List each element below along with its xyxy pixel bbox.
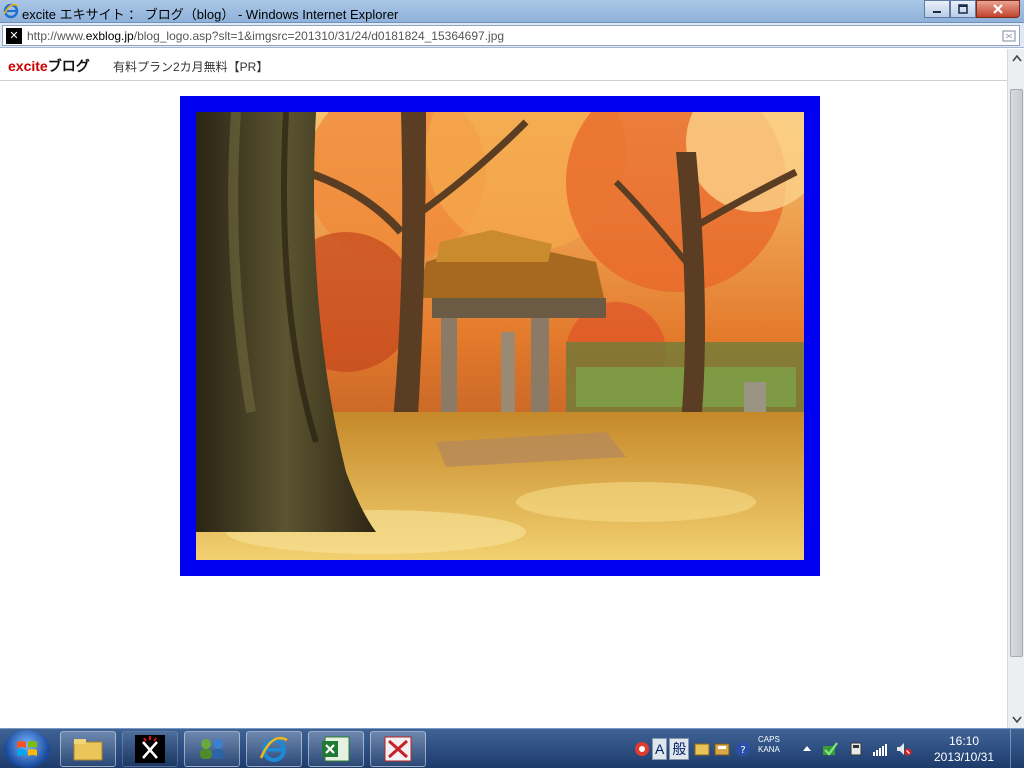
volume-muted-icon[interactable] xyxy=(896,741,912,757)
start-button[interactable] xyxy=(4,730,50,768)
minimize-button[interactable] xyxy=(924,0,950,18)
logo-blog: ブログ xyxy=(47,58,90,74)
taskbar-network-button[interactable] xyxy=(184,731,240,767)
ime-pad-icon[interactable] xyxy=(694,741,710,757)
scroll-down-button[interactable] xyxy=(1008,711,1024,728)
caps-kana-indicator: CAPS KANA xyxy=(758,735,780,755)
safely-remove-hardware-icon[interactable] xyxy=(848,741,864,757)
page-content: exciteブログ 有料プラン2カ月無料【PR】 xyxy=(0,49,1007,728)
show-desktop-button[interactable] xyxy=(1010,729,1024,769)
address-field[interactable]: ✕ http://www.exblog.jp/blog_logo.asp?slt… xyxy=(2,25,1020,46)
photo-frame xyxy=(180,96,820,576)
taskbar-red-app-button[interactable] xyxy=(370,731,426,767)
taskbar: A 般 ? CAPS KANA 16:10 2013/10/31 xyxy=(0,728,1024,769)
site-favicon: ✕ xyxy=(6,28,22,44)
window-title: excite エキサイト ： ブログ（blog） - Windows Inter… xyxy=(22,7,399,22)
minimize-icon xyxy=(933,11,941,13)
kana-indicator: KANA xyxy=(758,745,780,754)
ie-window: excite エキサイト ： ブログ（blog） - Windows Inter… xyxy=(0,0,1024,728)
scroll-thumb[interactable] xyxy=(1010,89,1023,657)
scroll-down-icon xyxy=(1011,716,1022,723)
ime-bar: A 般 xyxy=(652,737,690,761)
logo-excite: excite xyxy=(8,58,48,74)
close-icon xyxy=(993,4,1003,14)
internet-explorer-icon xyxy=(259,736,288,762)
explorer-folder-icon xyxy=(73,739,103,761)
compatibility-view-icon[interactable] xyxy=(1002,29,1016,43)
svg-text:?: ? xyxy=(740,745,745,756)
excel-icon xyxy=(322,736,350,762)
site-header: exciteブログ 有料プラン2カ月無料【PR】 xyxy=(0,49,1007,81)
app-red-icon xyxy=(384,736,412,762)
excite-blog-logo[interactable]: exciteブログ xyxy=(8,56,90,76)
url-path: /blog_logo.asp?slt=1&imgsrc=201310/31/24… xyxy=(133,29,505,43)
address-url[interactable]: http://www.exblog.jp/blog_logo.asp?slt=1… xyxy=(27,29,504,43)
autumn-temple-photo[interactable] xyxy=(196,112,804,560)
scroll-up-icon xyxy=(1011,54,1022,61)
security-check-icon[interactable] xyxy=(822,741,838,757)
ime-mode-general[interactable]: 般 xyxy=(669,738,690,760)
title-bar[interactable]: excite エキサイト ： ブログ（blog） - Windows Inter… xyxy=(0,0,1024,23)
clock-date: 2013/10/31 xyxy=(933,750,995,764)
network-signal-icon[interactable] xyxy=(872,741,888,757)
start-orb-icon xyxy=(17,741,37,756)
scroll-up-button[interactable] xyxy=(1008,49,1024,66)
close-button[interactable] xyxy=(976,0,1020,18)
window-controls xyxy=(924,0,1020,19)
clock-time: 16:10 xyxy=(948,734,980,748)
clock[interactable]: 16:10 2013/10/31 xyxy=(928,733,1000,765)
ime-toolbar-icon[interactable] xyxy=(634,741,650,757)
help-icon[interactable]: ? xyxy=(735,741,751,757)
maximize-button[interactable] xyxy=(950,0,976,18)
photo-illustration xyxy=(196,112,804,560)
taskbar-excite-button[interactable] xyxy=(122,731,178,767)
vertical-scrollbar[interactable] xyxy=(1007,49,1024,728)
excite-app-icon xyxy=(135,735,165,763)
ime-input-mode-a[interactable]: A xyxy=(652,738,668,760)
pr-link[interactable]: 有料プラン2カ月無料【PR】 xyxy=(113,58,268,75)
address-bar: ✕ http://www.exblog.jp/blog_logo.asp?slt… xyxy=(0,23,1024,48)
url-prefix: http://www. xyxy=(27,29,86,43)
network-users-icon xyxy=(200,739,224,759)
ime-dictionary-icon[interactable] xyxy=(714,741,730,757)
taskbar-explorer-button[interactable] xyxy=(60,731,116,767)
taskbar-excel-button[interactable] xyxy=(308,731,364,767)
url-domain: exblog.jp xyxy=(85,29,134,43)
caps-indicator: CAPS xyxy=(758,735,780,744)
taskbar-ie-button[interactable] xyxy=(246,731,302,767)
maximize-icon xyxy=(958,4,968,14)
show-hidden-icons-arrow[interactable] xyxy=(802,741,812,757)
ie-icon xyxy=(3,3,19,19)
